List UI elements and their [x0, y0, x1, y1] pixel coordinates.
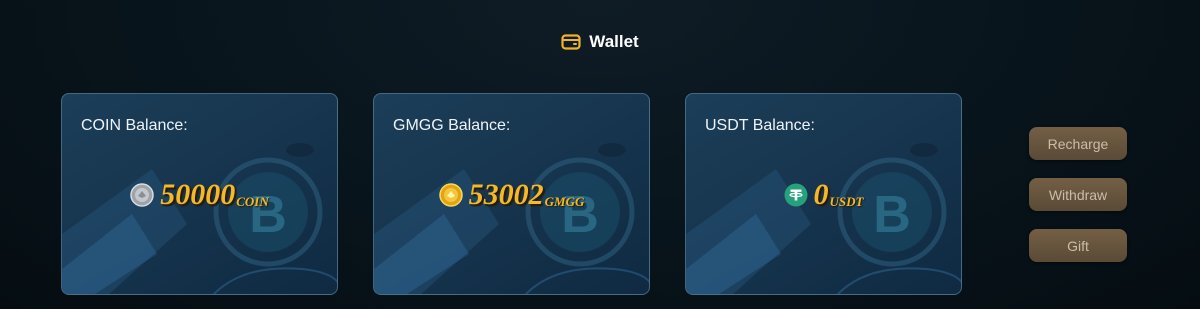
wallet-header: Wallet	[0, 30, 1200, 54]
page-title: Wallet	[589, 32, 639, 51]
wallet-icon	[561, 34, 581, 50]
tether-icon	[784, 183, 808, 207]
coin-balance-label: COIN Balance:	[81, 117, 188, 134]
gold-coin-icon	[438, 183, 463, 207]
gift-button[interactable]: Gift	[1029, 229, 1127, 262]
coin-amount: 50000	[160, 178, 236, 211]
coin-balance-card: B COIN Balance: 50000 COIN	[61, 93, 338, 295]
gmgg-amount: 53002	[468, 178, 544, 211]
usdt-amount: 0	[813, 178, 829, 211]
silver-coin-icon	[130, 183, 154, 207]
usdt-balance-card: B USDT Balance: 0 USDT	[685, 93, 962, 295]
coin-unit: COIN	[236, 194, 269, 209]
usdt-balance-value: 0 USDT	[686, 180, 961, 210]
withdraw-button[interactable]: Withdraw	[1029, 178, 1127, 211]
gmgg-unit: GMGG	[544, 194, 585, 209]
coin-balance-value: 50000 COIN	[62, 180, 337, 210]
gmgg-balance-label: GMGG Balance:	[393, 117, 511, 134]
gmgg-balance-card: B GMGG Balance: 53002 GMGG	[373, 93, 650, 295]
recharge-button[interactable]: Recharge	[1029, 127, 1127, 160]
usdt-unit: USDT	[829, 194, 864, 209]
usdt-balance-label: USDT Balance:	[705, 117, 815, 134]
gmgg-balance-value: 53002 GMGG	[374, 180, 649, 210]
